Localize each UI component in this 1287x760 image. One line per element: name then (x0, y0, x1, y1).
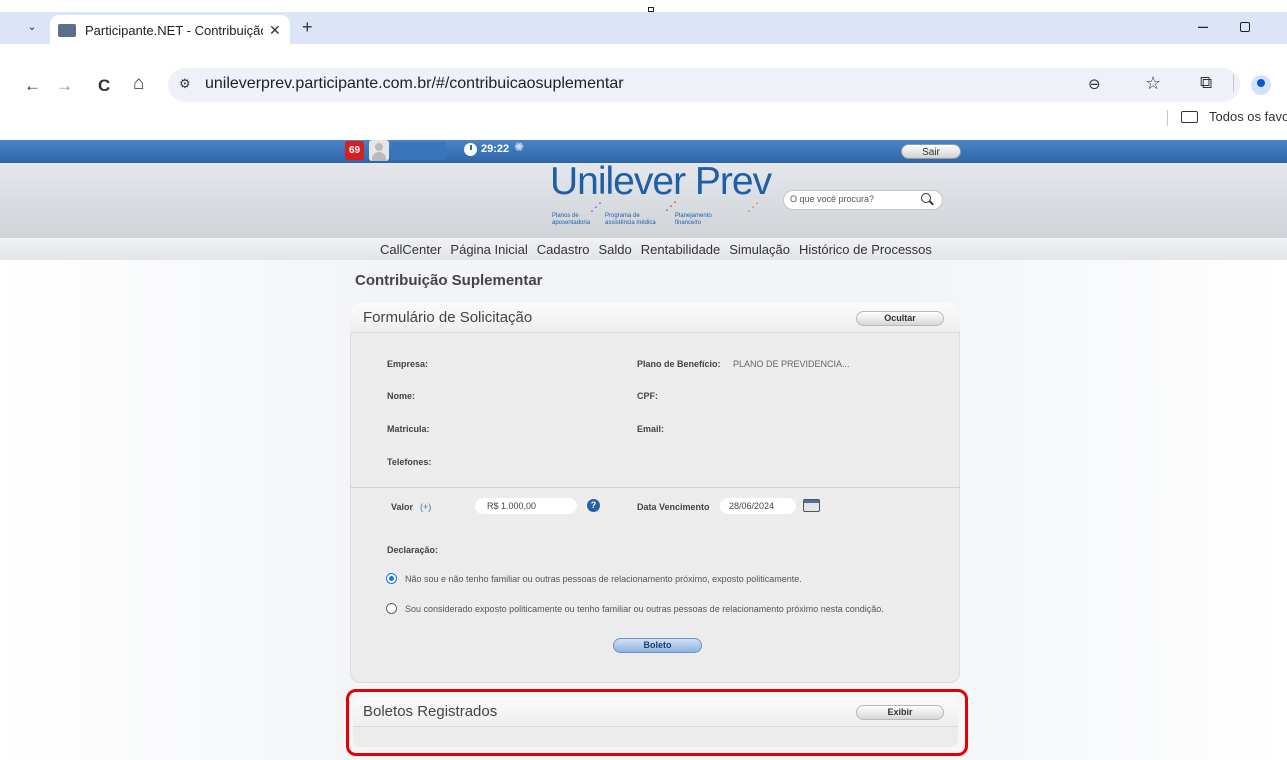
profile-avatar-icon[interactable] (1251, 75, 1271, 95)
chevron-down-icon: ⌄ (27, 20, 37, 33)
orange-spark-icon: ⋰ (747, 200, 759, 214)
calendar-icon[interactable] (803, 499, 820, 512)
back-icon[interactable]: ← (24, 76, 41, 96)
telefones-label: Telefones: (387, 457, 432, 467)
menu-item-callcenter[interactable]: CallCenter (380, 242, 441, 257)
url-text[interactable]: unileverprev.participante.com.br/#/contr… (205, 75, 624, 93)
hide-form-button[interactable]: Ocultar (856, 311, 944, 326)
red-spark-icon: ⋰ (665, 199, 677, 213)
plano-value: PLANO DE PREVIDENCIA... (733, 359, 850, 369)
reload-icon[interactable]: C (98, 76, 110, 96)
radio-not-exposed-label[interactable]: Não sou e não tenho familiar ou outras p… (405, 574, 802, 584)
bookmark-star-icon[interactable]: ☆ (1145, 73, 1161, 94)
logout-button[interactable]: Sair (901, 144, 961, 159)
radio-not-exposed[interactable] (386, 573, 397, 584)
menu-item-historico[interactable]: Histórico de Processos (799, 242, 932, 257)
menu-item-cadastro[interactable]: Cadastro (537, 242, 590, 257)
menu-item-rentabilidade[interactable]: Rentabilidade (641, 242, 721, 257)
minimize-window-icon[interactable]: – (1198, 16, 1208, 37)
nome-label: Nome: (387, 391, 416, 401)
declaracao-label: Declaração: (387, 545, 439, 555)
plano-label: Plano de Benefício: (637, 359, 721, 369)
refresh-spinner-icon[interactable]: ✺ (514, 140, 524, 154)
boleto-button[interactable]: Boleto (613, 638, 702, 653)
vencimento-input[interactable]: 28/06/2024 (720, 498, 796, 514)
folder-icon[interactable] (1181, 111, 1198, 123)
menu-item-saldo[interactable]: Saldo (599, 242, 632, 257)
menu-item-simulacao[interactable]: Simulação (729, 242, 790, 257)
notification-badge[interactable]: 69 (345, 141, 364, 160)
logo-tag-planejamento: Planejamento financeiro (675, 213, 712, 226)
clock-icon (464, 143, 477, 156)
menu-item-pagina-inicial[interactable]: Página Inicial (450, 242, 527, 257)
search-icon[interactable] (921, 193, 931, 203)
forward-icon[interactable]: → (56, 76, 73, 96)
matricula-label: Matricula: (387, 424, 430, 434)
browser-tab[interactable]: Participante.NET - Contribuição ✕ (50, 15, 290, 45)
valor-suffix: (+) (420, 502, 432, 512)
session-timer: 29:22 (481, 143, 510, 155)
cpf-label: CPF: (637, 391, 658, 401)
all-bookmarks-label[interactable]: Todos os favor (1209, 109, 1287, 124)
user-avatar-icon[interactable] (369, 140, 389, 161)
vencimento-label: Data Vencimento (637, 502, 710, 512)
unileverprev-logo[interactable]: Unilever Prev (550, 160, 772, 204)
logo-tag-aposentadoria: Planos de aposentadoria (552, 213, 591, 226)
close-tab-icon[interactable]: ✕ (269, 22, 281, 39)
highlight-box (346, 689, 968, 756)
site-info-icon[interactable]: ⚙ (179, 76, 191, 92)
form-divider (350, 487, 960, 488)
help-icon[interactable]: ? (587, 499, 600, 512)
tab-search-button[interactable]: ⌄ (22, 16, 42, 36)
main-menu: CallCenter Página Inicial Cadastro Saldo… (380, 242, 941, 257)
home-icon[interactable]: ⌂ (133, 73, 144, 95)
page-title: Contribuição Suplementar (355, 272, 543, 289)
new-tab-button[interactable]: + (302, 17, 313, 38)
radio-exposed[interactable] (386, 603, 397, 614)
valor-label: Valor (391, 502, 414, 512)
bookmarks-bar (0, 104, 1287, 134)
search-placeholder[interactable]: O que você procura? (790, 194, 874, 204)
extensions-icon[interactable]: ⧉ (1200, 73, 1212, 93)
email-label: Email: (637, 424, 665, 434)
request-form-title: Formulário de Solicitação (363, 309, 533, 326)
username-area (391, 142, 446, 160)
site-favicon-icon (58, 23, 76, 37)
purple-spark-icon: ⋰ (590, 200, 602, 214)
zoom-icon[interactable]: ⊖ (1088, 75, 1101, 93)
restore-window-icon[interactable] (1240, 22, 1250, 32)
toolbar-divider (1233, 74, 1234, 92)
logo-tag-assistencia: Programa de assistência médica (605, 213, 656, 226)
radio-exposed-label[interactable]: Sou considerado exposto politicamente ou… (405, 604, 884, 614)
bookmarks-divider (1167, 110, 1168, 126)
empresa-label: Empresa: (387, 359, 429, 369)
valor-input[interactable]: R$ 1.000,00 (475, 498, 577, 514)
tab-title: Participante.NET - Contribuição (85, 22, 263, 38)
